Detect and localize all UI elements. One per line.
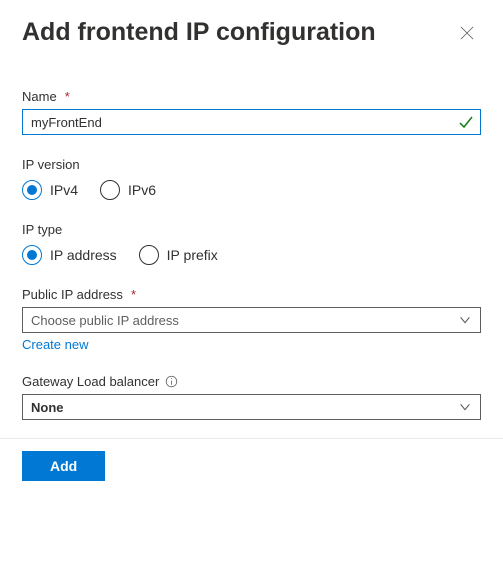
ip-version-label: IP version xyxy=(22,157,481,172)
name-input[interactable]: myFrontEnd xyxy=(22,109,481,135)
chevron-down-icon xyxy=(458,313,472,327)
name-label: Name * xyxy=(22,89,481,104)
panel-footer: Add xyxy=(0,451,503,499)
name-input-value: myFrontEnd xyxy=(31,115,102,130)
checkmark-icon xyxy=(458,114,474,130)
footer-divider xyxy=(0,438,503,439)
radio-circle-icon xyxy=(22,245,42,265)
ip-type-radio-group: IP address IP prefix xyxy=(22,245,481,265)
public-ip-select[interactable]: Choose public IP address xyxy=(22,307,481,333)
gateway-lb-label: Gateway Load balancer xyxy=(22,374,481,389)
radio-ipv4[interactable]: IPv4 xyxy=(22,180,78,200)
required-mark: * xyxy=(65,89,70,104)
ip-type-label: IP type xyxy=(22,222,481,237)
public-ip-label: Public IP address * xyxy=(22,287,481,302)
radio-circle-icon xyxy=(100,180,120,200)
radio-label-ipv4: IPv4 xyxy=(50,182,78,198)
ip-version-radio-group: IPv4 IPv6 xyxy=(22,180,481,200)
gateway-lb-select[interactable]: None xyxy=(22,394,481,420)
gateway-lb-select-value: None xyxy=(31,400,64,415)
panel-title: Add frontend IP configuration xyxy=(22,18,376,47)
add-button[interactable]: Add xyxy=(22,451,105,481)
radio-ipv6[interactable]: IPv6 xyxy=(100,180,156,200)
field-public-ip: Public IP address * Choose public IP addr… xyxy=(22,287,481,352)
close-button[interactable] xyxy=(453,19,481,47)
public-ip-select-placeholder: Choose public IP address xyxy=(31,313,179,328)
gateway-lb-label-text: Gateway Load balancer xyxy=(22,374,159,389)
public-ip-label-text: Public IP address xyxy=(22,287,123,302)
radio-label-ip-prefix: IP prefix xyxy=(167,247,218,263)
chevron-down-icon xyxy=(458,400,472,414)
radio-circle-icon xyxy=(22,180,42,200)
radio-circle-icon xyxy=(139,245,159,265)
required-mark: * xyxy=(131,287,136,302)
field-ip-version: IP version IPv4 IPv6 xyxy=(22,157,481,200)
radio-label-ipv6: IPv6 xyxy=(128,182,156,198)
field-ip-type: IP type IP address IP prefix xyxy=(22,222,481,265)
info-icon[interactable] xyxy=(165,375,178,388)
create-new-link[interactable]: Create new xyxy=(22,337,481,352)
radio-label-ip-address: IP address xyxy=(50,247,117,263)
close-icon xyxy=(460,26,474,40)
name-label-text: Name xyxy=(22,89,57,104)
radio-ip-address[interactable]: IP address xyxy=(22,245,117,265)
panel-header: Add frontend IP configuration xyxy=(22,18,481,47)
field-gateway-lb: Gateway Load balancer None xyxy=(22,374,481,420)
field-name: Name * myFrontEnd xyxy=(22,89,481,135)
radio-ip-prefix[interactable]: IP prefix xyxy=(139,245,218,265)
